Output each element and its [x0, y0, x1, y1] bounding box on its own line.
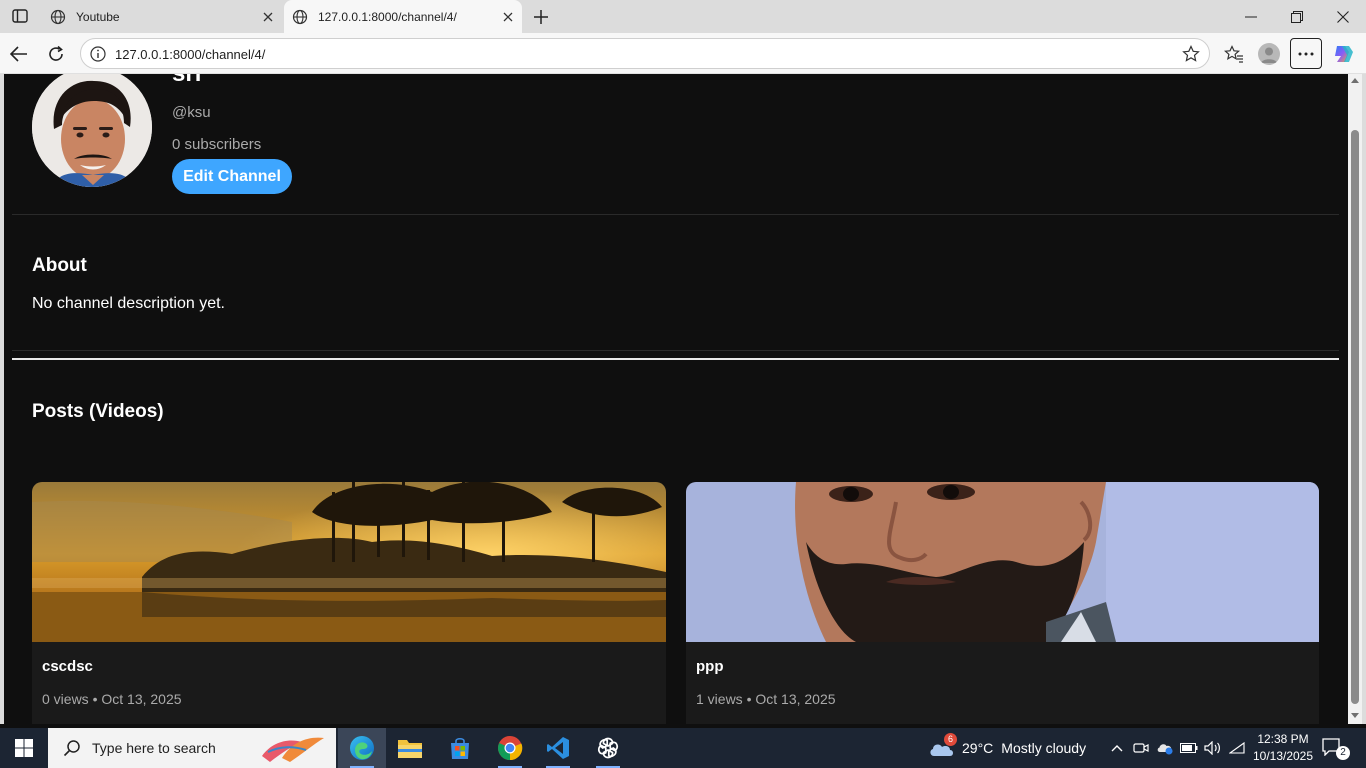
taskbar-store-icon[interactable]: [436, 728, 484, 768]
edit-channel-button[interactable]: Edit Channel: [172, 159, 292, 194]
taskbar-chrome-icon[interactable]: [486, 728, 534, 768]
video-meta: 1 views • Oct 13, 2025: [696, 691, 836, 707]
wifi-icon[interactable]: [1226, 728, 1248, 768]
subscriber-count: 0 subscribers: [172, 136, 262, 153]
temperature: 29°C: [962, 740, 994, 756]
notification-center-icon[interactable]: 2: [1322, 738, 1350, 760]
scrollbar-thumb[interactable]: [1351, 130, 1359, 704]
section-divider: [12, 358, 1339, 360]
windows-start-icon[interactable]: [0, 728, 48, 768]
weather-widget[interactable]: 6 29°C Mostly cloudy: [928, 728, 1086, 768]
divider: [12, 350, 1339, 351]
volume-icon[interactable]: [1202, 728, 1224, 768]
new-tab-icon[interactable]: [530, 6, 552, 28]
page-viewport: sri @ksu 0 subscribers Edit Channel Abou…: [4, 74, 1348, 724]
channel-handle: @ksu: [172, 104, 211, 121]
show-hidden-icons-icon[interactable]: [1106, 728, 1128, 768]
favorite-star-icon[interactable]: [1181, 44, 1201, 64]
more-options-icon[interactable]: [1290, 38, 1322, 69]
clock-time: 12:38 PM: [1257, 732, 1309, 746]
window-frame-right: [1362, 74, 1366, 724]
notification-count: 2: [1336, 746, 1350, 760]
video-card[interactable]: cscdsc 0 views • Oct 13, 2025: [32, 482, 666, 724]
browser-tab-channel[interactable]: 127.0.0.1:8000/channel/4/: [284, 0, 522, 33]
taskbar-search-box[interactable]: Type here to search: [48, 728, 336, 768]
favorites-icon[interactable]: [1221, 41, 1247, 67]
about-heading: About: [32, 255, 87, 276]
taskbar-edge-icon[interactable]: [338, 728, 386, 768]
address-url: 127.0.0.1:8000/channel/4/: [115, 47, 266, 62]
tab-title: 127.0.0.1:8000/channel/4/: [318, 9, 457, 24]
close-window-icon[interactable]: [1320, 0, 1366, 33]
weather-badge: 6: [944, 733, 957, 746]
posts-heading: Posts (Videos): [32, 401, 164, 422]
weather-description: Mostly cloudy: [1001, 740, 1087, 756]
video-title[interactable]: ppp: [696, 658, 724, 675]
taskbar-file-explorer-icon[interactable]: [386, 728, 434, 768]
reload-icon[interactable]: [43, 41, 69, 67]
restore-icon[interactable]: [1274, 0, 1320, 33]
video-thumbnail[interactable]: [32, 482, 666, 642]
site-info-icon[interactable]: [89, 45, 107, 63]
search-highlight-art-icon: [258, 732, 328, 764]
video-thumbnail[interactable]: [686, 482, 1319, 642]
battery-icon[interactable]: [1178, 728, 1200, 768]
globe-icon: [50, 9, 66, 25]
divider: [12, 214, 1339, 215]
tab-actions-icon[interactable]: [8, 6, 32, 26]
channel-name: sri: [172, 74, 201, 88]
cloud-sun-icon: 6: [928, 733, 957, 762]
scroll-up-icon[interactable]: [1351, 78, 1359, 83]
clock-date: 10/13/2025: [1252, 749, 1314, 763]
scroll-down-icon[interactable]: [1351, 713, 1359, 718]
browser-tab-strip: Youtube 127.0.0.1:8000/channel/4/: [0, 0, 1366, 33]
close-tab-icon[interactable]: [500, 9, 516, 25]
meet-now-icon[interactable]: [1130, 728, 1152, 768]
onedrive-icon[interactable]: [1154, 728, 1176, 768]
copilot-icon[interactable]: [1330, 41, 1356, 67]
profile-avatar-icon[interactable]: [1258, 43, 1280, 65]
taskbar-chatgpt-icon[interactable]: [584, 728, 632, 768]
address-bar[interactable]: 127.0.0.1:8000/channel/4/: [80, 38, 1210, 69]
tab-title: Youtube: [76, 9, 120, 24]
browser-tab-youtube[interactable]: Youtube: [42, 0, 282, 33]
taskbar-vscode-icon[interactable]: [534, 728, 582, 768]
video-card[interactable]: ppp 1 views • Oct 13, 2025: [686, 482, 1319, 724]
taskbar-clock[interactable]: 12:38 PM 10/13/2025: [1248, 731, 1318, 765]
search-placeholder: Type here to search: [92, 740, 216, 756]
about-description: No channel description yet.: [32, 295, 225, 312]
browser-toolbar: 127.0.0.1:8000/channel/4/: [0, 33, 1366, 74]
minimize-icon[interactable]: [1228, 0, 1274, 33]
globe-icon: [292, 9, 308, 25]
channel-avatar: [32, 74, 152, 187]
search-icon: [62, 738, 82, 758]
windows-taskbar: Type here to search 6 29°C Mostly cloudy: [0, 728, 1366, 768]
back-icon[interactable]: [6, 41, 32, 67]
video-title[interactable]: cscdsc: [42, 658, 93, 675]
video-meta: 0 views • Oct 13, 2025: [42, 691, 182, 707]
close-tab-icon[interactable]: [260, 9, 276, 25]
page-scrollbar[interactable]: [1348, 74, 1362, 724]
